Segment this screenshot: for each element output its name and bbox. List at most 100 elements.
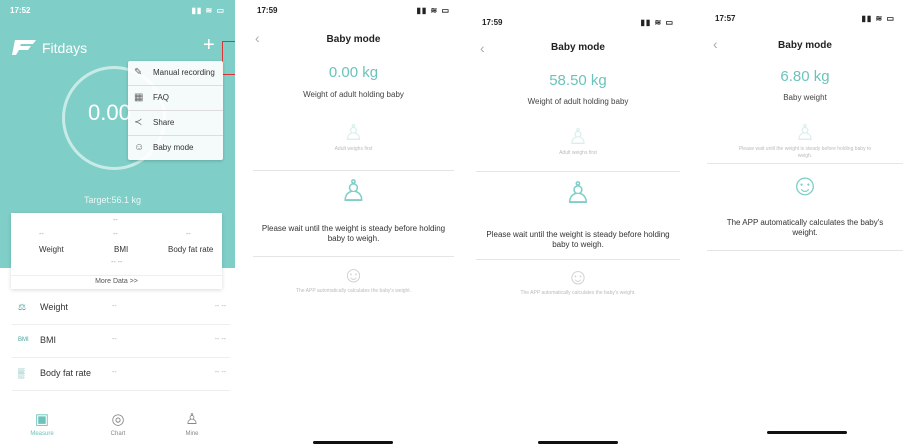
weight-reading: 58.50 kg [549, 72, 607, 89]
status-bar: 17:57 ▮▮ ≋ ▭ [711, 14, 899, 28]
home-indicator [538, 441, 618, 444]
adult-with-baby-icon: ♙ [564, 177, 592, 210]
row-name: BMI [40, 335, 57, 345]
adult-with-baby-icon: ♙ [795, 120, 815, 145]
step-caption: Please wait until the weight is steady b… [738, 146, 872, 159]
tab-measure[interactable]: ▣ Measure [12, 410, 72, 437]
home-indicator [313, 441, 393, 444]
step-auto-calc: ☺ The APP automatically calculates the b… [247, 262, 460, 295]
status-time: 17:52 [10, 6, 31, 15]
list-item-body-fat[interactable]: ▒ Body fat rate -- -- -- [12, 358, 230, 391]
baby-icon: ☺ [342, 262, 365, 287]
adult-icon: ♙ [343, 120, 364, 145]
weight-caption: Weight of adult holding baby [303, 90, 404, 99]
step-hold-baby: ♙ Please wait until the weight is steady… [472, 176, 684, 250]
edit-icon: ✎ [134, 67, 143, 78]
menu-item-share[interactable]: ≺ Share [128, 111, 223, 136]
status-time: 17:59 [482, 18, 503, 27]
row-value: -- [112, 303, 117, 310]
baby-mode-screen-1: 17:59 ▮▮ ≋ ▭ ‹ Baby mode 0.00 kg Weight … [247, 0, 460, 448]
step-caption: Please wait until the weight is steady b… [261, 224, 446, 243]
status-time: 17:59 [257, 6, 278, 15]
home-indicator [767, 431, 847, 434]
share-icon: ≺ [134, 117, 143, 128]
menu-item-baby-mode[interactable]: ☺ Baby mode [128, 136, 223, 160]
step-auto-calc: ☺ The APP automatically calculates the b… [472, 264, 684, 297]
bmi-icon: BMI [18, 337, 29, 343]
divider [476, 259, 680, 260]
status-icons: ▮▮ ≋ ▭ [640, 18, 674, 27]
row-name: Body fat rate [40, 368, 92, 378]
tab-label: Measure [30, 431, 54, 437]
list-item-weight[interactable]: ⚖ Weight -- -- -- [12, 292, 230, 325]
step-caption: The APP automatically calculates the bab… [295, 288, 412, 294]
book-icon: ▦ [134, 92, 144, 103]
divider [707, 250, 903, 251]
divider [707, 163, 903, 164]
page-title: Baby mode [326, 34, 381, 45]
metrics-card: -- -- -- -- Weight BMI Body fat rate -- … [11, 213, 222, 289]
page-title: Baby mode [778, 40, 832, 51]
menu-item-label: Manual recording [153, 68, 215, 77]
row-value: -- [112, 369, 117, 376]
step-hold-baby: ♙ Please wait until the weight is steady… [705, 120, 905, 160]
step-caption: Adult weighs first [334, 146, 373, 152]
step-adult-weigh: ♙ Adult weighs first [247, 120, 460, 153]
step-auto-calc: ☺ The APP automatically calculates the b… [705, 168, 905, 238]
weight-reading: 6.80 kg [780, 68, 830, 85]
row-change: -- -- [214, 303, 226, 310]
status-icons: ▮▮ ≋ ▭ [416, 6, 450, 15]
weight-value: 0.00 [88, 100, 131, 125]
menu-item-label: Share [153, 118, 175, 127]
divider [253, 256, 454, 257]
status-time: 17:57 [715, 14, 736, 23]
step-caption: Please wait until the weight is steady b… [486, 230, 670, 249]
row-change: -- -- [214, 336, 226, 343]
tab-mine[interactable]: ♙ Mine [162, 410, 222, 437]
step-caption: The APP automatically calculates the bab… [520, 290, 636, 296]
weight-reading: 0.00 kg [328, 64, 379, 81]
tab-label: Mine [185, 431, 199, 437]
step-hold-baby: ♙ Please wait until the weight is steady… [247, 174, 460, 244]
menu-item-manual-recording[interactable]: ✎ Manual recording [128, 61, 223, 86]
highlight-box [222, 41, 235, 75]
step-adult-weigh: ♙ Adult weighs first [472, 124, 684, 157]
divider [253, 170, 454, 171]
weight-metric-value: -- [39, 231, 44, 238]
page-title: Baby mode [551, 42, 605, 53]
more-data-link[interactable]: More Data >> [11, 275, 222, 285]
weight-metric-label: Weight [39, 245, 64, 254]
step-caption: The APP automatically calculates the bab… [726, 218, 884, 237]
status-bar: 17:59 ▮▮ ≋ ▭ [478, 18, 678, 32]
baby-mode-screen-2: 17:59 ▮▮ ≋ ▭ ‹ Baby mode 58.50 kg Weight… [472, 0, 684, 448]
step-caption: Adult weighs first [559, 150, 597, 156]
baby-icon: ☺ [134, 142, 145, 153]
baby-icon: ☺ [789, 169, 821, 202]
chart-icon: ◎ [111, 411, 125, 428]
body-fat-metric-label: Body fat rate [168, 245, 214, 254]
tab-chart[interactable]: ◎ Chart [88, 410, 148, 437]
person-icon: ♙ [185, 411, 199, 428]
home-screen: 17:52 ▮▮ ≋ ▭ Fitdays + 0.00 Target:56.1 … [0, 0, 235, 448]
adult-icon: ♙ [568, 124, 588, 149]
status-bar: 17:59 ▮▮ ≋ ▭ [253, 6, 454, 20]
body-fat-icon: ▒ [18, 368, 25, 378]
adult-with-baby-icon: ♙ [340, 175, 367, 208]
bmi-metric-label: BMI [114, 245, 129, 254]
list-item-bmi[interactable]: BMI BMI -- -- -- [12, 325, 230, 358]
add-button[interactable]: + [203, 34, 215, 57]
status-bar: 17:52 ▮▮ ≋ ▭ [6, 6, 229, 20]
status-icons: ▮▮ ≋ ▭ [191, 6, 225, 15]
popup-menu: ✎ Manual recording ▦ FAQ ≺ Share ☺ Baby … [128, 61, 223, 160]
menu-item-label: Baby mode [153, 143, 194, 152]
body-fat-metric-value: -- [186, 231, 191, 238]
menu-item-label: FAQ [153, 93, 170, 102]
target-weight: Target:56.1 kg [84, 195, 142, 205]
menu-item-faq[interactable]: ▦ FAQ [128, 86, 223, 111]
baby-mode-screen-3: 17:57 ▮▮ ≋ ▭ ‹ Baby mode 6.80 kg Baby we… [705, 0, 905, 448]
bmi-metric-value: -- [113, 231, 118, 238]
measure-icon: ▣ [34, 411, 50, 428]
tab-label: Chart [110, 431, 126, 437]
card-top-value: -- [113, 217, 118, 224]
weight-caption: Baby weight [783, 93, 827, 102]
